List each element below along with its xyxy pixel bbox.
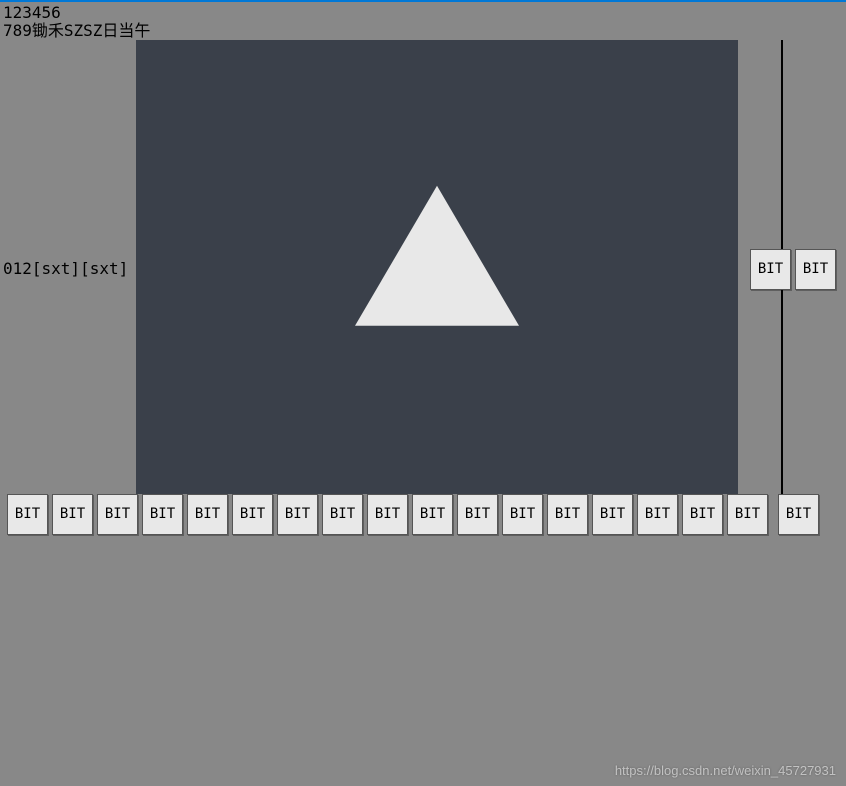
watermark-text: https://blog.csdn.net/weixin_45727931 (615, 763, 836, 778)
bit-button-bottom-17[interactable]: BIT (778, 494, 819, 535)
bit-button-bottom-13[interactable]: BIT (592, 494, 633, 535)
bit-button-bottom-10[interactable]: BIT (457, 494, 498, 535)
text-line-3: 012[sxt][sxt] (3, 260, 128, 278)
bit-button-bottom-16[interactable]: BIT (727, 494, 768, 535)
bit-button-bottom-12[interactable]: BIT (547, 494, 588, 535)
bit-button-bottom-1[interactable]: BIT (52, 494, 93, 535)
bit-button-bottom-15[interactable]: BIT (682, 494, 723, 535)
bit-button-bottom-9[interactable]: BIT (412, 494, 453, 535)
text-line-2: 789锄禾SZSZ日当午 (3, 22, 150, 40)
bit-button-bottom-8[interactable]: BIT (367, 494, 408, 535)
bit-button-bottom-6[interactable]: BIT (277, 494, 318, 535)
bit-button-bottom-11[interactable]: BIT (502, 494, 543, 535)
bit-button-right-0[interactable]: BIT (750, 249, 791, 290)
bit-button-bottom-3[interactable]: BIT (142, 494, 183, 535)
bit-button-bottom-2[interactable]: BIT (97, 494, 138, 535)
bit-button-bottom-7[interactable]: BIT (322, 494, 363, 535)
bit-button-bottom-0[interactable]: BIT (7, 494, 48, 535)
bit-button-bottom-14[interactable]: BIT (637, 494, 678, 535)
bit-button-bottom-4[interactable]: BIT (187, 494, 228, 535)
bit-button-bottom-5[interactable]: BIT (232, 494, 273, 535)
triangle-icon (355, 186, 519, 326)
text-line-1: 123456 (3, 4, 61, 22)
bit-button-right-1[interactable]: BIT (795, 249, 836, 290)
canvas-panel (136, 40, 738, 494)
